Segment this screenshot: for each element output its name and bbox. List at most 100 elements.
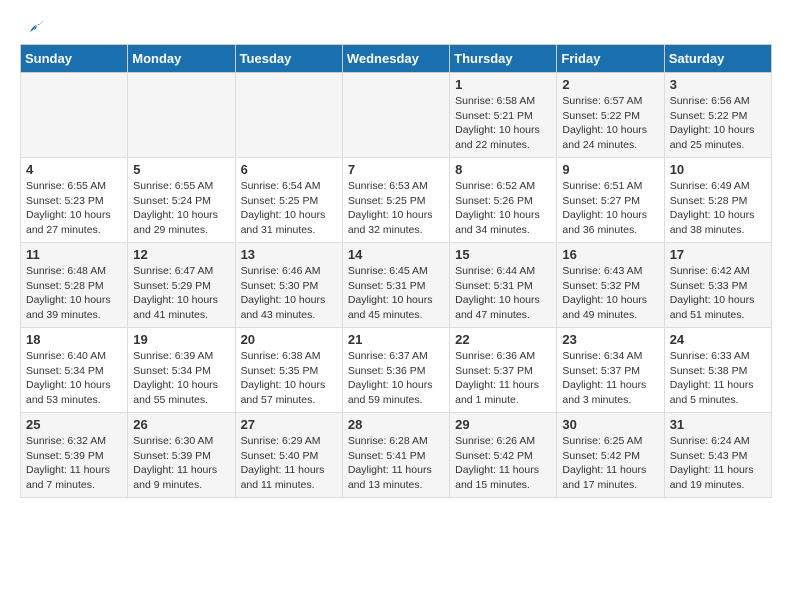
day-number: 31 xyxy=(670,417,766,432)
day-info: Sunrise: 6:55 AM Sunset: 5:24 PM Dayligh… xyxy=(133,179,229,238)
day-info: Sunrise: 6:30 AM Sunset: 5:39 PM Dayligh… xyxy=(133,434,229,493)
calendar-cell xyxy=(21,73,128,158)
calendar-cell: 20Sunrise: 6:38 AM Sunset: 5:35 PM Dayli… xyxy=(235,328,342,413)
day-number: 8 xyxy=(455,162,551,177)
calendar-cell: 30 Sunrise: 6:25 AM Sunset: 5:42 PM Dayli… xyxy=(557,413,664,498)
day-info: Sunrise: 6:38 AM Sunset: 5:35 PM Dayligh… xyxy=(241,349,337,408)
calendar-table: SundayMondayTuesdayWednesdayThursdayFrid… xyxy=(20,44,772,498)
day-number: 11 xyxy=(26,247,122,262)
day-number: 3 xyxy=(670,77,766,92)
calendar-cell: 7 Sunrise: 6:53 AM Sunset: 5:25 PM Daylig… xyxy=(342,158,449,243)
day-number: 25 xyxy=(26,417,122,432)
calendar-header-wednesday: Wednesday xyxy=(342,45,449,73)
calendar-cell: 12 Sunrise: 6:47 AM Sunset: 5:29 PM Dayli… xyxy=(128,243,235,328)
day-number: 17 xyxy=(670,247,766,262)
day-number: 23 xyxy=(562,332,658,347)
day-number: 5 xyxy=(133,162,229,177)
day-number: 21 xyxy=(348,332,444,347)
day-number: 30 xyxy=(562,417,658,432)
day-info: Sunrise: 6:43 AM Sunset: 5:32 PM Dayligh… xyxy=(562,264,658,323)
calendar-cell: 31 Sunrise: 6:24 AM Sunset: 5:43 PM Dayli… xyxy=(664,413,771,498)
day-info: Sunrise: 6:48 AM Sunset: 5:28 PM Dayligh… xyxy=(26,264,122,323)
day-number: 27 xyxy=(241,417,337,432)
day-info: Sunrise: 6:47 AM Sunset: 5:29 PM Dayligh… xyxy=(133,264,229,323)
day-info: Sunrise: 6:52 AM Sunset: 5:26 PM Dayligh… xyxy=(455,179,551,238)
calendar-header-thursday: Thursday xyxy=(450,45,557,73)
calendar-cell: 21 Sunrise: 6:37 AM Sunset: 5:36 PM Dayli… xyxy=(342,328,449,413)
calendar-week-row: 11 Sunrise: 6:48 AM Sunset: 5:28 PM Dayli… xyxy=(21,243,772,328)
day-info: Sunrise: 6:29 AM Sunset: 5:40 PM Dayligh… xyxy=(241,434,337,493)
day-info: Sunrise: 6:40 AM Sunset: 5:34 PM Dayligh… xyxy=(26,349,122,408)
day-info: Sunrise: 6:24 AM Sunset: 5:43 PM Dayligh… xyxy=(670,434,766,493)
calendar-cell: 11 Sunrise: 6:48 AM Sunset: 5:28 PM Dayli… xyxy=(21,243,128,328)
calendar-cell xyxy=(342,73,449,158)
calendar-cell: 27 Sunrise: 6:29 AM Sunset: 5:40 PM Dayli… xyxy=(235,413,342,498)
calendar-cell: 2 Sunrise: 6:57 AM Sunset: 5:22 PM Daylig… xyxy=(557,73,664,158)
day-number: 10 xyxy=(670,162,766,177)
day-number: 28 xyxy=(348,417,444,432)
day-info: Sunrise: 6:56 AM Sunset: 5:22 PM Dayligh… xyxy=(670,94,766,153)
day-number: 19 xyxy=(133,332,229,347)
calendar-week-row: 4Sunrise: 6:55 AM Sunset: 5:23 PM Daylig… xyxy=(21,158,772,243)
day-number: 7 xyxy=(348,162,444,177)
day-info: Sunrise: 6:39 AM Sunset: 5:34 PM Dayligh… xyxy=(133,349,229,408)
day-number: 22 xyxy=(455,332,551,347)
day-number: 14 xyxy=(348,247,444,262)
day-number: 12 xyxy=(133,247,229,262)
calendar-cell: 13 Sunrise: 6:46 AM Sunset: 5:30 PM Dayli… xyxy=(235,243,342,328)
logo xyxy=(20,20,44,36)
day-info: Sunrise: 6:37 AM Sunset: 5:36 PM Dayligh… xyxy=(348,349,444,408)
calendar-header-row: SundayMondayTuesdayWednesdayThursdayFrid… xyxy=(21,45,772,73)
day-info: Sunrise: 6:28 AM Sunset: 5:41 PM Dayligh… xyxy=(348,434,444,493)
calendar-header-tuesday: Tuesday xyxy=(235,45,342,73)
day-number: 6 xyxy=(241,162,337,177)
day-info: Sunrise: 6:58 AM Sunset: 5:21 PM Dayligh… xyxy=(455,94,551,153)
calendar-cell: 1 Sunrise: 6:58 AM Sunset: 5:21 PM Daylig… xyxy=(450,73,557,158)
day-number: 13 xyxy=(241,247,337,262)
day-info: Sunrise: 6:53 AM Sunset: 5:25 PM Dayligh… xyxy=(348,179,444,238)
calendar-cell: 5 Sunrise: 6:55 AM Sunset: 5:24 PM Daylig… xyxy=(128,158,235,243)
day-info: Sunrise: 6:54 AM Sunset: 5:25 PM Dayligh… xyxy=(241,179,337,238)
calendar-header-monday: Monday xyxy=(128,45,235,73)
calendar-week-row: 1 Sunrise: 6:58 AM Sunset: 5:21 PM Daylig… xyxy=(21,73,772,158)
day-info: Sunrise: 6:45 AM Sunset: 5:31 PM Dayligh… xyxy=(348,264,444,323)
calendar-cell xyxy=(235,73,342,158)
calendar-cell: 22 Sunrise: 6:36 AM Sunset: 5:37 PM Dayli… xyxy=(450,328,557,413)
calendar-cell: 9 Sunrise: 6:51 AM Sunset: 5:27 PM Daylig… xyxy=(557,158,664,243)
day-info: Sunrise: 6:42 AM Sunset: 5:33 PM Dayligh… xyxy=(670,264,766,323)
day-info: Sunrise: 6:26 AM Sunset: 5:42 PM Dayligh… xyxy=(455,434,551,493)
day-info: Sunrise: 6:51 AM Sunset: 5:27 PM Dayligh… xyxy=(562,179,658,238)
calendar-cell: 16Sunrise: 6:43 AM Sunset: 5:32 PM Dayli… xyxy=(557,243,664,328)
calendar-cell: 25 Sunrise: 6:32 AM Sunset: 5:39 PM Dayli… xyxy=(21,413,128,498)
day-info: Sunrise: 6:36 AM Sunset: 5:37 PM Dayligh… xyxy=(455,349,551,408)
day-number: 26 xyxy=(133,417,229,432)
day-info: Sunrise: 6:25 AM Sunset: 5:42 PM Dayligh… xyxy=(562,434,658,493)
day-info: Sunrise: 6:32 AM Sunset: 5:39 PM Dayligh… xyxy=(26,434,122,493)
day-info: Sunrise: 6:49 AM Sunset: 5:28 PM Dayligh… xyxy=(670,179,766,238)
calendar-header-sunday: Sunday xyxy=(21,45,128,73)
day-info: Sunrise: 6:55 AM Sunset: 5:23 PM Dayligh… xyxy=(26,179,122,238)
calendar-cell: 4Sunrise: 6:55 AM Sunset: 5:23 PM Daylig… xyxy=(21,158,128,243)
day-number: 24 xyxy=(670,332,766,347)
calendar-cell: 15Sunrise: 6:44 AM Sunset: 5:31 PM Dayli… xyxy=(450,243,557,328)
calendar-cell: 6 Sunrise: 6:54 AM Sunset: 5:25 PM Daylig… xyxy=(235,158,342,243)
calendar-cell: 24Sunrise: 6:33 AM Sunset: 5:38 PM Dayli… xyxy=(664,328,771,413)
day-number: 18 xyxy=(26,332,122,347)
calendar-cell: 23 Sunrise: 6:34 AM Sunset: 5:37 PM Dayli… xyxy=(557,328,664,413)
day-number: 29 xyxy=(455,417,551,432)
calendar-cell: 29 Sunrise: 6:26 AM Sunset: 5:42 PM Dayli… xyxy=(450,413,557,498)
day-number: 1 xyxy=(455,77,551,92)
calendar-week-row: 25 Sunrise: 6:32 AM Sunset: 5:39 PM Dayli… xyxy=(21,413,772,498)
calendar-cell: 17 Sunrise: 6:42 AM Sunset: 5:33 PM Dayli… xyxy=(664,243,771,328)
calendar-cell: 8 Sunrise: 6:52 AM Sunset: 5:26 PM Daylig… xyxy=(450,158,557,243)
day-number: 9 xyxy=(562,162,658,177)
day-info: Sunrise: 6:34 AM Sunset: 5:37 PM Dayligh… xyxy=(562,349,658,408)
calendar-cell: 19 Sunrise: 6:39 AM Sunset: 5:34 PM Dayli… xyxy=(128,328,235,413)
day-info: Sunrise: 6:57 AM Sunset: 5:22 PM Dayligh… xyxy=(562,94,658,153)
day-number: 15 xyxy=(455,247,551,262)
calendar-week-row: 18 Sunrise: 6:40 AM Sunset: 5:34 PM Dayli… xyxy=(21,328,772,413)
day-number: 2 xyxy=(562,77,658,92)
day-info: Sunrise: 6:46 AM Sunset: 5:30 PM Dayligh… xyxy=(241,264,337,323)
logo-bird-icon xyxy=(22,20,44,40)
calendar-cell: 18 Sunrise: 6:40 AM Sunset: 5:34 PM Dayli… xyxy=(21,328,128,413)
